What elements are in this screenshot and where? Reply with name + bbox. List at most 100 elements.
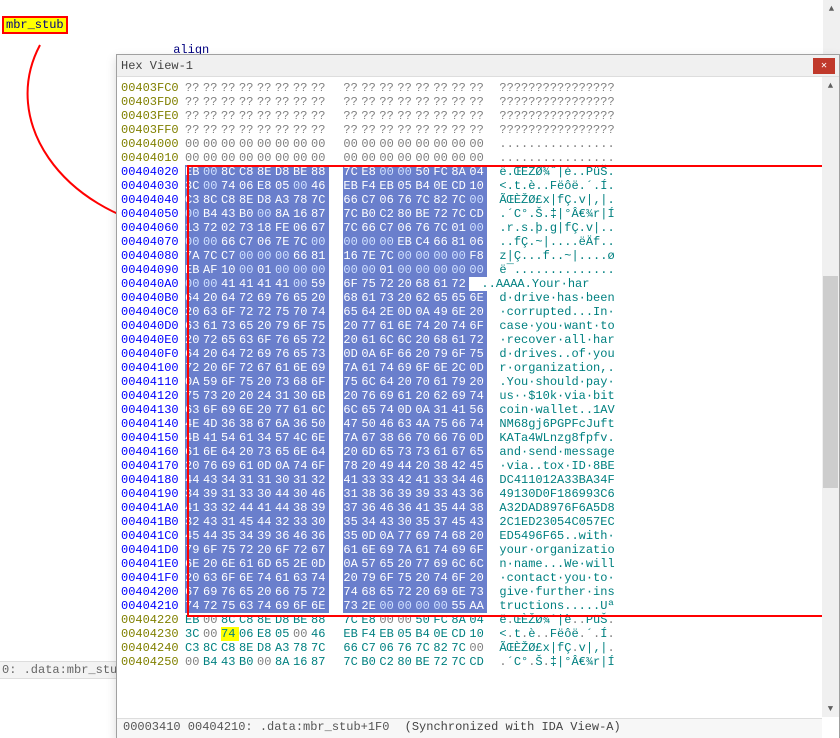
hex-byte[interactable]: 8E (239, 193, 257, 207)
hex-row[interactable]: 004040F064 20 64 72 69 76 65 73 0D 0A 6F… (121, 347, 615, 361)
hex-byte[interactable]: 20 (415, 333, 433, 347)
hex-byte[interactable]: 6F (275, 543, 293, 557)
hex-byte[interactable]: ?? (293, 95, 311, 109)
hex-row[interactable]: 00404220EB 00 8C C8 8E D8 BE 88 7C E8 00… (121, 613, 615, 627)
hex-byte[interactable]: 00 (311, 235, 329, 249)
hex-bytes[interactable]: 00 B4 43 B0 00 8A 16 87 7C B0 C2 80 BE 7… (185, 655, 487, 669)
hex-byte[interactable]: 72 (239, 543, 257, 557)
hex-byte[interactable]: 20 (469, 529, 487, 543)
hex-byte[interactable]: 68 (361, 585, 379, 599)
hex-byte[interactable]: 72 (239, 361, 257, 375)
hex-byte[interactable]: 16 (293, 207, 311, 221)
hex-byte[interactable]: 75 (343, 375, 361, 389)
hex-byte[interactable]: C7 (361, 641, 379, 655)
hex-byte[interactable]: 30 (397, 515, 415, 529)
hex-byte[interactable]: 67 (361, 431, 379, 445)
hex-byte[interactable]: 64 (361, 305, 379, 319)
hex-byte[interactable]: 04 (469, 613, 487, 627)
hex-byte[interactable]: 6C (451, 557, 469, 571)
hex-byte[interactable]: 33 (203, 501, 221, 515)
hex-byte[interactable]: 20 (239, 445, 257, 459)
hex-byte[interactable]: 72 (311, 585, 329, 599)
hex-byte[interactable]: 41 (415, 501, 433, 515)
hex-byte[interactable]: ?? (343, 123, 361, 137)
hex-byte[interactable]: 00 (379, 137, 397, 151)
hex-byte[interactable]: 73 (311, 347, 329, 361)
hex-byte[interactable]: 74 (311, 571, 329, 585)
hex-byte[interactable]: 33 (361, 473, 379, 487)
hex-byte[interactable]: 6A (275, 417, 293, 431)
hex-byte[interactable]: 61 (343, 543, 361, 557)
hex-vertical-scrollbar[interactable]: ▲ ▼ (822, 77, 839, 717)
hex-byte[interactable]: 06 (239, 179, 257, 193)
hex-byte[interactable]: 72 (239, 291, 257, 305)
hex-bytes[interactable]: ?? ?? ?? ?? ?? ?? ?? ?? ?? ?? ?? ?? ?? ?… (185, 123, 487, 137)
hex-byte[interactable]: 00 (379, 613, 397, 627)
hex-bytes[interactable]: EB AF 10 00 01 00 00 00 00 00 01 00 00 0… (185, 263, 487, 277)
hex-byte[interactable]: 75 (433, 417, 451, 431)
hex-byte[interactable]: 8A (451, 613, 469, 627)
hex-byte[interactable]: 32 (275, 515, 293, 529)
hex-byte[interactable]: 35 (415, 515, 433, 529)
hex-byte[interactable]: 00 (203, 613, 221, 627)
hex-byte[interactable]: EB (185, 263, 203, 277)
hex-byte[interactable]: 68 (451, 529, 469, 543)
hex-byte[interactable]: 38 (293, 501, 311, 515)
hex-byte[interactable]: 68 (293, 375, 311, 389)
hex-bytes[interactable]: 13 72 02 73 18 FE 06 67 7C 66 C7 06 76 7… (185, 221, 487, 235)
hex-bytes[interactable]: 20 63 6F 6E 74 61 63 74 20 79 6F 75 20 7… (185, 571, 487, 585)
hex-byte[interactable]: 65 (343, 305, 361, 319)
hex-row[interactable]: 0040413063 6F 69 6E 20 77 61 6C 6C 65 74… (121, 403, 615, 417)
hex-byte[interactable]: 64 (185, 291, 203, 305)
hex-byte[interactable]: 63 (239, 599, 257, 613)
hex-byte[interactable]: 00 (397, 165, 415, 179)
hex-byte[interactable]: 66 (293, 249, 311, 263)
hex-byte[interactable]: ?? (379, 95, 397, 109)
hex-bytes[interactable]: 00 00 00 00 00 00 00 00 00 00 00 00 00 0… (185, 137, 487, 151)
hex-byte[interactable]: 67 (257, 417, 275, 431)
hex-byte[interactable]: 7C (451, 641, 469, 655)
hex-row[interactable]: 004040807A 7C C7 00 00 00 66 81 16 7E 7C… (121, 249, 615, 263)
hex-byte[interactable]: 7C (415, 193, 433, 207)
hex-byte[interactable]: 77 (397, 529, 415, 543)
hex-byte[interactable]: 8A (275, 207, 293, 221)
hex-byte[interactable]: ?? (239, 123, 257, 137)
hex-byte[interactable]: 72 (451, 277, 469, 291)
hex-row[interactable]: 00403FC0?? ?? ?? ?? ?? ?? ?? ?? ?? ?? ??… (121, 81, 615, 95)
hex-byte[interactable]: 33 (293, 515, 311, 529)
hex-byte[interactable]: B4 (203, 207, 221, 221)
hex-byte[interactable]: 20 (397, 557, 415, 571)
hex-byte[interactable]: 74 (415, 319, 433, 333)
hex-byte[interactable]: ?? (415, 109, 433, 123)
hex-byte[interactable]: 36 (469, 487, 487, 501)
hex-byte[interactable]: C7 (361, 193, 379, 207)
hex-byte[interactable]: 69 (379, 389, 397, 403)
hex-byte[interactable]: 76 (361, 389, 379, 403)
hex-byte[interactable]: 57 (361, 557, 379, 571)
hex-byte[interactable]: ?? (203, 81, 221, 95)
hex-byte[interactable]: 76 (275, 291, 293, 305)
hex-byte[interactable]: 41 (415, 473, 433, 487)
hex-byte[interactable]: ?? (275, 81, 293, 95)
hex-byte[interactable]: 7A (397, 543, 415, 557)
hex-byte[interactable]: 45 (469, 459, 487, 473)
hex-byte[interactable]: 87 (311, 655, 329, 669)
hex-byte[interactable]: 6F (257, 333, 275, 347)
hex-byte[interactable]: 30 (275, 473, 293, 487)
hex-byte[interactable]: 00 (343, 151, 361, 165)
hex-byte[interactable]: 00 (415, 249, 433, 263)
hex-byte[interactable]: C7 (221, 249, 239, 263)
hex-byte[interactable]: 00 (343, 263, 361, 277)
hex-byte[interactable]: 00 (185, 655, 203, 669)
hex-byte[interactable]: FE (275, 221, 293, 235)
hex-row[interactable]: 0040421074 72 75 63 74 69 6F 6E 73 2E 00… (121, 599, 615, 613)
hex-byte[interactable]: ?? (451, 95, 469, 109)
hex-byte[interactable]: 73 (379, 291, 397, 305)
hex-byte[interactable]: 00 (239, 263, 257, 277)
hex-byte[interactable]: 34 (221, 473, 239, 487)
hex-byte[interactable]: 45 (185, 529, 203, 543)
hex-byte[interactable]: 00 (293, 179, 311, 193)
hex-byte[interactable]: 00 (185, 235, 203, 249)
hex-byte[interactable]: 6B (311, 389, 329, 403)
hex-byte[interactable]: 35 (343, 515, 361, 529)
